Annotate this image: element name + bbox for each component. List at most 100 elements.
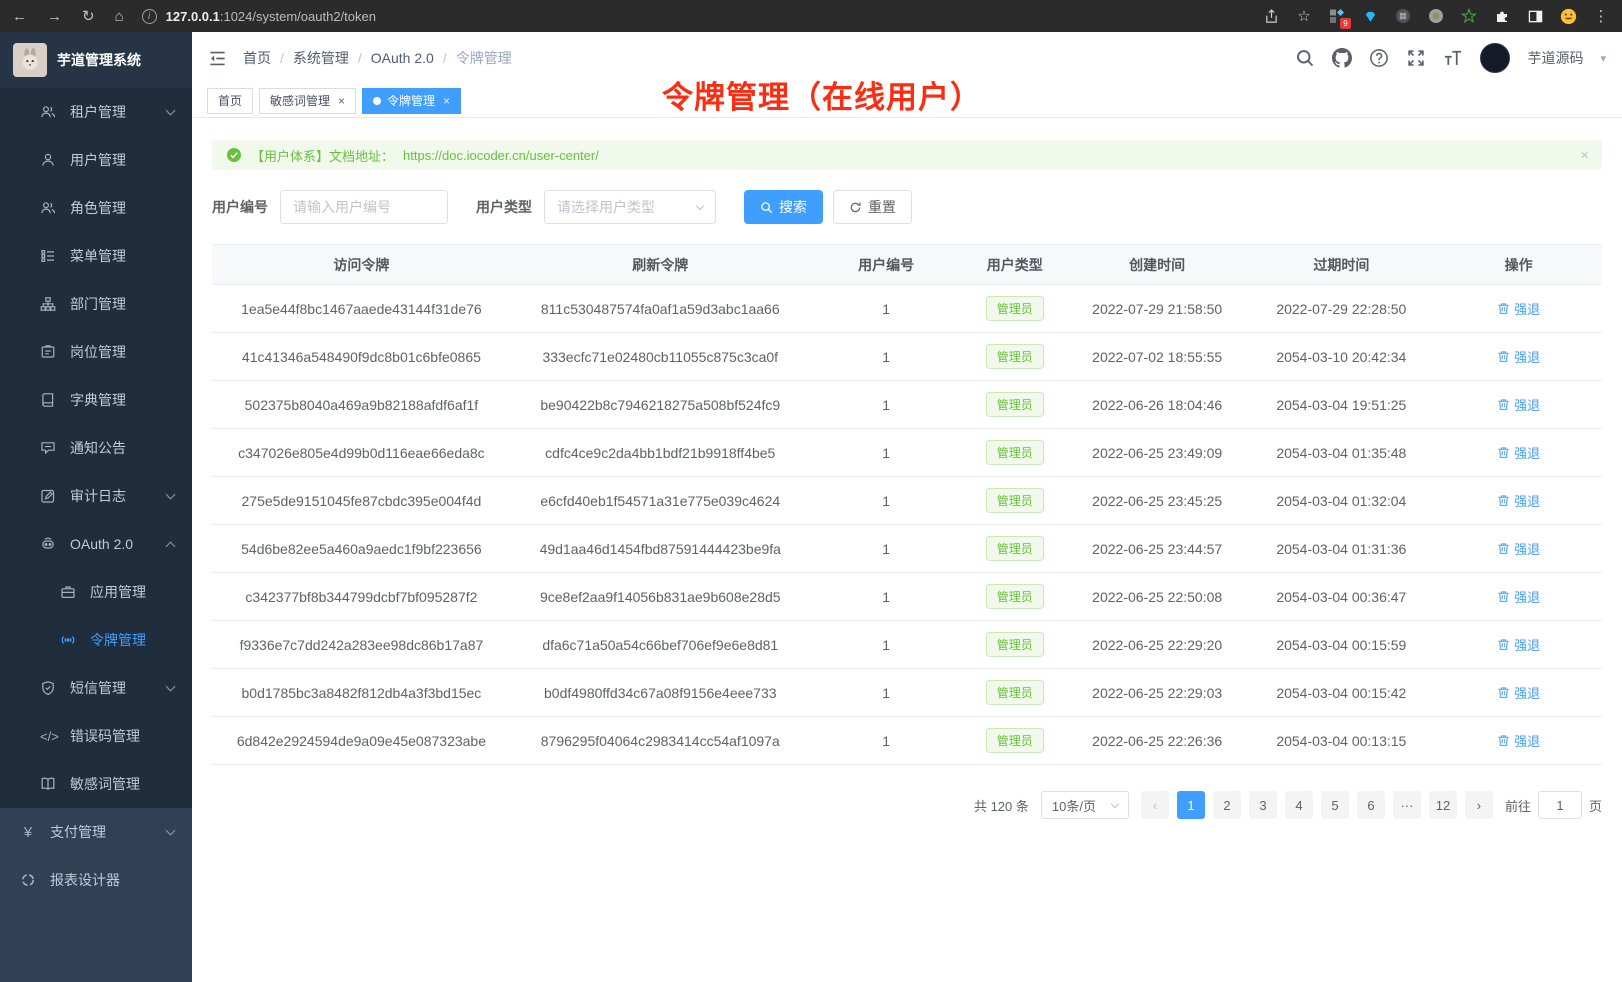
close-icon[interactable]: ×: [443, 94, 450, 108]
fullscreen-icon[interactable]: [1406, 48, 1426, 68]
force-logout-button[interactable]: 强退: [1497, 731, 1540, 750]
sidebar-item-report-designer[interactable]: 报表设计器: [0, 856, 192, 904]
back-icon[interactable]: ←: [12, 8, 27, 25]
alert-close-icon[interactable]: ×: [1580, 147, 1589, 164]
home-icon[interactable]: ⌂: [115, 8, 124, 25]
sidebar-item-dept[interactable]: 部门管理: [0, 280, 192, 328]
alert-text: 【用户体系】文档地址：: [251, 146, 394, 165]
user-id-cell: 1: [810, 525, 963, 573]
user-avatar[interactable]: [1480, 43, 1510, 73]
breadcrumb-oauth[interactable]: OAuth 2.0: [371, 50, 434, 66]
more-pages-button[interactable]: ···: [1393, 791, 1421, 819]
bookmark-star-icon[interactable]: ☆: [1295, 7, 1313, 25]
sidebar-item-oauth[interactable]: OAuth 2.0: [0, 520, 192, 568]
sidebar-item-sensitive[interactable]: 敏感词管理: [0, 760, 192, 808]
breadcrumb-separator: /: [443, 50, 447, 66]
github-icon[interactable]: [1332, 48, 1352, 68]
filter-bar: 用户编号 用户类型 请选择用户类型 搜索 重置: [212, 190, 1602, 224]
force-logout-button[interactable]: 强退: [1497, 539, 1540, 558]
refresh-token-cell: 9ce8ef2aa9f14056b831ae9b608e28d5: [511, 573, 810, 621]
breadcrumb-system[interactable]: 系统管理: [293, 48, 349, 68]
goto-page-input[interactable]: [1538, 791, 1582, 819]
sidebar-item-sms[interactable]: 短信管理: [0, 664, 192, 712]
tab-home[interactable]: 首页: [207, 88, 253, 114]
search-button[interactable]: 搜索: [744, 190, 823, 224]
user-id-cell: 1: [810, 333, 963, 381]
token-table: 访问令牌 刷新令牌 用户编号 用户类型 创建时间 过期时间 操作 1ea5e44…: [212, 244, 1602, 765]
force-logout-button[interactable]: 强退: [1497, 443, 1540, 462]
sidebar-item-label: 角色管理: [70, 198, 126, 218]
user-type-badge: 管理员: [986, 536, 1044, 561]
force-logout-label: 强退: [1514, 635, 1540, 654]
page-size-select[interactable]: 10条/页: [1041, 791, 1129, 819]
address-bar[interactable]: i 127.0.0.1:1024/system/oauth2/token: [142, 9, 376, 24]
sidebar-item-post[interactable]: 岗位管理: [0, 328, 192, 376]
gem-extension-icon[interactable]: [1361, 7, 1379, 25]
force-logout-button[interactable]: 强退: [1497, 347, 1540, 366]
browser-menu-icon[interactable]: ⋮: [1592, 7, 1610, 25]
user-id-label: 用户编号: [212, 197, 268, 217]
reload-icon[interactable]: ↻: [82, 7, 95, 25]
force-logout-button[interactable]: 强退: [1497, 491, 1540, 510]
col-expire-time: 过期时间: [1248, 245, 1436, 285]
share-icon[interactable]: [1262, 7, 1280, 25]
font-size-icon[interactable]: [1443, 48, 1463, 68]
col-access-token: 访问令牌: [212, 245, 511, 285]
force-logout-button[interactable]: 强退: [1497, 635, 1540, 654]
green-star-extension-icon[interactable]: [1460, 7, 1478, 25]
page-button[interactable]: 2: [1213, 791, 1241, 819]
site-info-icon[interactable]: i: [142, 9, 157, 24]
tab-token-mgmt[interactable]: 令牌管理 ×: [362, 88, 461, 114]
next-page-button[interactable]: ›: [1465, 791, 1493, 819]
sidebar-item-errcode[interactable]: </> 错误码管理: [0, 712, 192, 760]
sidebar-item-user[interactable]: 用户管理: [0, 136, 192, 184]
sidebar-item-notice[interactable]: 通知公告: [0, 424, 192, 472]
force-logout-button[interactable]: 强退: [1497, 299, 1540, 318]
page-button[interactable]: 5: [1321, 791, 1349, 819]
tab-sensitive-words[interactable]: 敏感词管理 ×: [259, 88, 356, 114]
sidebar-item-audit-log[interactable]: 审计日志: [0, 472, 192, 520]
close-icon[interactable]: ×: [338, 94, 345, 108]
forward-icon[interactable]: →: [47, 8, 62, 25]
page-button[interactable]: 3: [1249, 791, 1277, 819]
page-button[interactable]: 12: [1429, 791, 1457, 819]
app-logo-row[interactable]: 芋道管理系统: [0, 32, 192, 88]
table-row: 41c41346a548490f9dc8b01c6bfe0865 333ecfc…: [212, 333, 1602, 381]
force-logout-button[interactable]: 强退: [1497, 587, 1540, 606]
prev-page-button[interactable]: ‹: [1141, 791, 1169, 819]
split-screen-icon[interactable]: [1526, 7, 1544, 25]
user-type-select[interactable]: 请选择用户类型: [544, 190, 716, 224]
doc-link[interactable]: https://doc.iocoder.cn/user-center/: [403, 148, 599, 163]
sidebar-item-pay[interactable]: ¥ 支付管理: [0, 808, 192, 856]
user-name[interactable]: 芋道源码: [1527, 48, 1583, 68]
reset-button[interactable]: 重置: [833, 190, 912, 224]
caret-down-icon[interactable]: ▾: [1600, 52, 1606, 65]
access-token-cell: b0d1785bc3a8482f812db4a3f3bd15ec: [212, 669, 511, 717]
sidebar-item-dict[interactable]: 字典管理: [0, 376, 192, 424]
emoji-extension-icon[interactable]: [1559, 7, 1577, 25]
page-button[interactable]: 6: [1357, 791, 1385, 819]
help-icon[interactable]: [1369, 48, 1389, 68]
sidebar-item-tenant[interactable]: 租户管理: [0, 88, 192, 136]
breadcrumb-home[interactable]: 首页: [243, 48, 271, 68]
create-time-cell: 2022-06-25 22:50:08: [1067, 573, 1248, 621]
collapse-sidebar-icon[interactable]: [208, 49, 227, 68]
refresh-token-cell: b0df4980ffd34c67a08f9156e4eee733: [511, 669, 810, 717]
force-logout-button[interactable]: 强退: [1497, 395, 1540, 414]
sidebar-item-oauth-app[interactable]: 应用管理: [0, 568, 192, 616]
page-button[interactable]: 4: [1285, 791, 1313, 819]
page-button[interactable]: 1: [1177, 791, 1205, 819]
sidebar-item-menu-mgmt[interactable]: 菜单管理: [0, 232, 192, 280]
extension-grid-icon[interactable]: 9: [1328, 7, 1346, 25]
dark-circle-extension-icon[interactable]: [1394, 7, 1412, 25]
gray-circle-extension-icon[interactable]: [1427, 7, 1445, 25]
sidebar-item-role[interactable]: 角色管理: [0, 184, 192, 232]
sidebar-item-label: 岗位管理: [70, 342, 126, 362]
sidebar-item-oauth-token[interactable]: 令牌管理: [0, 616, 192, 664]
puzzle-extension-icon[interactable]: [1493, 7, 1511, 25]
sidebar-item-label: 支付管理: [50, 822, 106, 842]
force-logout-button[interactable]: 强退: [1497, 683, 1540, 702]
trash-icon: [1497, 686, 1510, 699]
user-id-input[interactable]: [280, 190, 448, 224]
search-icon[interactable]: [1295, 48, 1315, 68]
